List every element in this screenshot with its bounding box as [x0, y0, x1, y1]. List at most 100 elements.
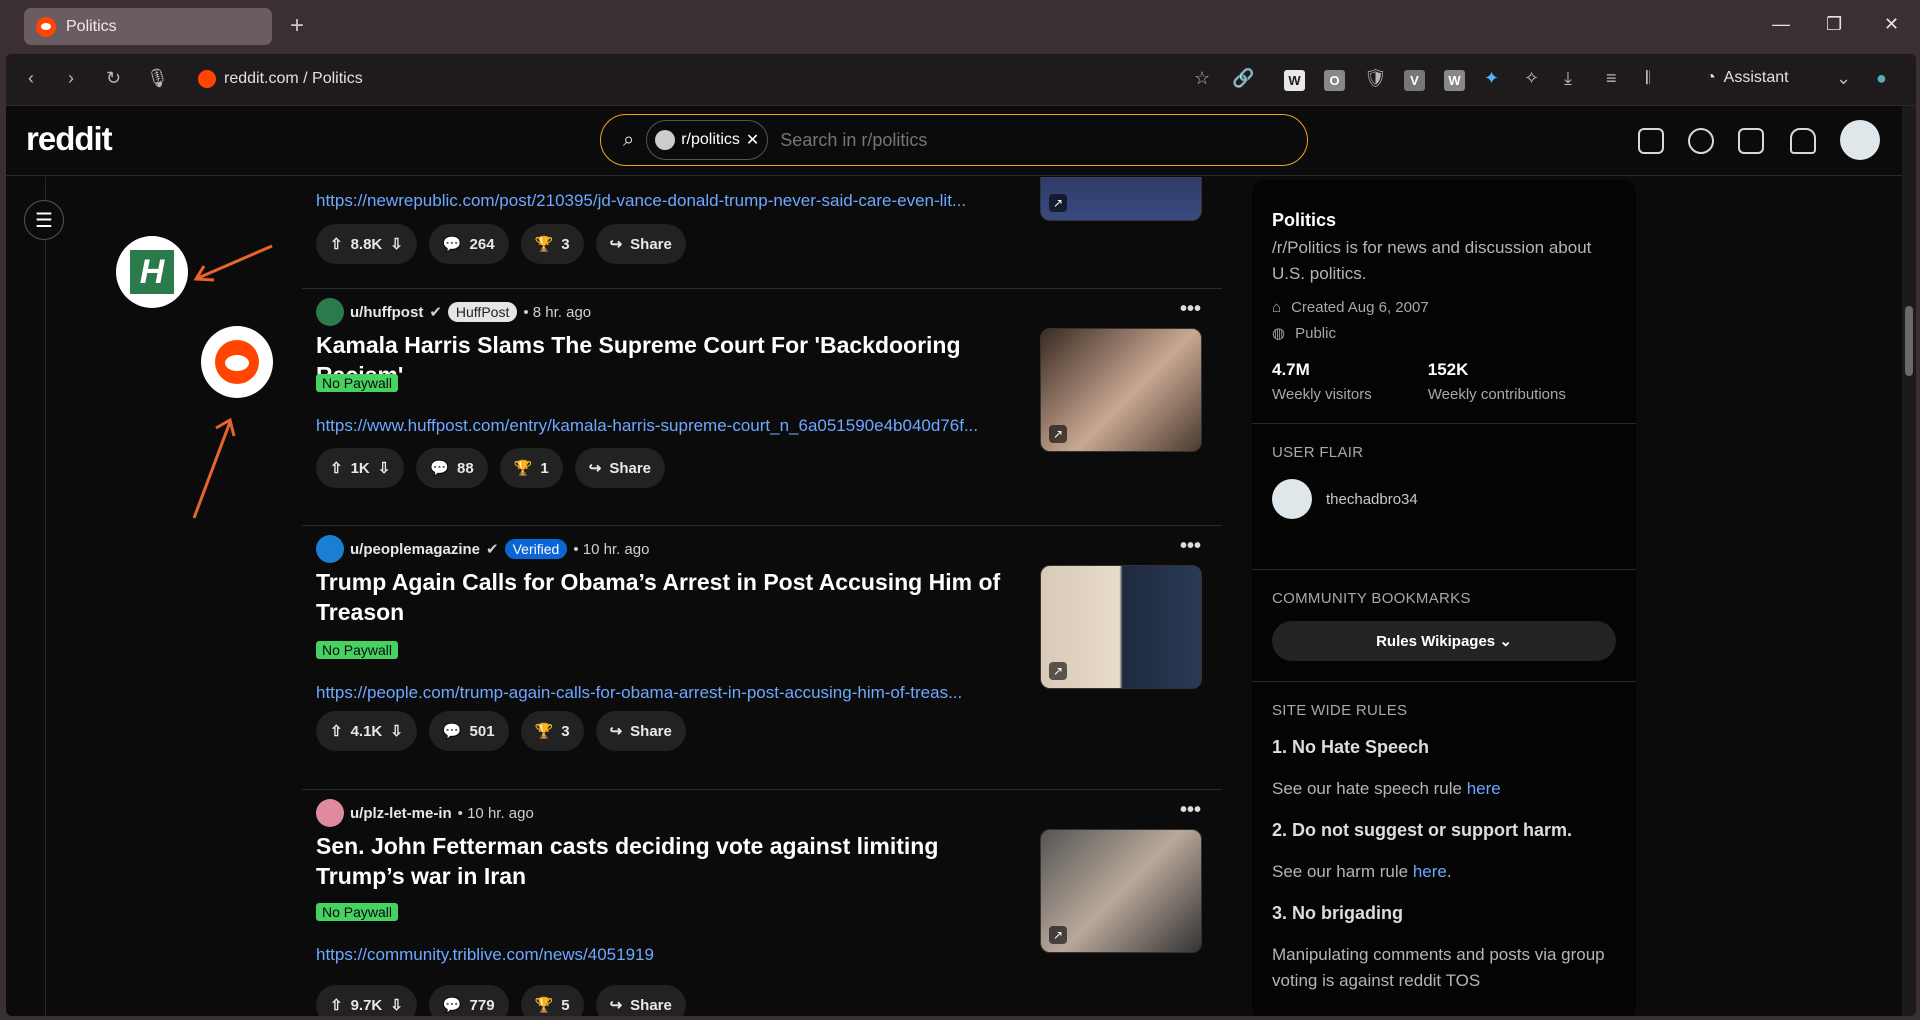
upvote-icon[interactable]: ⇧: [330, 459, 343, 477]
audio-icon[interactable]: 𝄃: [1646, 68, 1650, 89]
rules-wikipages-button[interactable]: Rules Wikipages ⌄: [1272, 621, 1616, 661]
post-author[interactable]: u/huffpost: [350, 304, 423, 321]
contrib-label: Weekly contributions: [1427, 386, 1566, 403]
post-link[interactable]: https://newrepublic.com/post/210395/jd-v…: [316, 191, 1022, 211]
post-time: • 10 hr. ago: [457, 804, 534, 822]
restore-icon[interactable]: ❐: [1826, 14, 1842, 35]
extension-w-icon[interactable]: W: [1284, 70, 1305, 91]
award-button[interactable]: 🏆 5: [520, 985, 584, 1016]
chat-icon[interactable]: [1688, 128, 1714, 154]
rule-2-link[interactable]: here: [1413, 862, 1447, 881]
minimize-icon[interactable]: —: [1772, 14, 1790, 35]
share-button[interactable]: ↪ Share: [595, 224, 686, 264]
divider: [302, 789, 1222, 790]
reddit-logo[interactable]: reddit: [26, 120, 113, 158]
rule-1-title[interactable]: 1. No Hate Speech: [1272, 737, 1616, 758]
search-bar[interactable]: ⌕ r/politics ✕: [600, 114, 1308, 166]
extensions-icon[interactable]: ✧: [1524, 68, 1539, 89]
visitors-count: 4.7M: [1272, 360, 1310, 379]
chip-close-icon[interactable]: ✕: [746, 130, 759, 150]
post-author[interactable]: u/peoplemagazine: [350, 541, 480, 558]
reload-icon[interactable]: ↻: [106, 68, 121, 89]
downvote-icon[interactable]: ⇩: [390, 235, 403, 253]
advertise-icon[interactable]: [1638, 128, 1664, 154]
vote-pill[interactable]: ⇧ 4.1K ⇩: [316, 711, 417, 751]
rule-3-title[interactable]: 3. No brigading: [1272, 903, 1616, 924]
post-thumbnail[interactable]: ↗: [1040, 565, 1202, 689]
post-link[interactable]: https://community.triblive.com/news/4051…: [316, 945, 1022, 965]
reddit-favicon-icon: [36, 16, 56, 37]
globe-icon: ◍: [1272, 325, 1286, 342]
downvote-icon[interactable]: ⇩: [390, 996, 403, 1014]
menu-lines-icon[interactable]: ≡: [1606, 68, 1617, 89]
microphone-icon[interactable]: 🎙: [146, 68, 169, 89]
hamburger-menu-icon[interactable]: ☰: [24, 200, 64, 240]
vote-pill[interactable]: ⇧ 9.7K ⇩: [316, 985, 417, 1016]
rule-2-title[interactable]: 2. Do not suggest or support harm.: [1272, 820, 1616, 841]
share-button[interactable]: ↪ Share: [595, 985, 686, 1016]
comments-button[interactable]: 💬 779: [428, 985, 509, 1016]
address-bar[interactable]: reddit.com / Politics: [198, 70, 363, 88]
rules-wikipages-label: Rules Wikipages: [1376, 632, 1496, 650]
rule-1-link[interactable]: here: [1467, 779, 1501, 798]
vote-pill[interactable]: ⇧ 1K ⇩: [316, 448, 405, 488]
award-icon: 🏆: [534, 997, 554, 1014]
tab-politics[interactable]: Politics: [24, 8, 272, 45]
more-options-icon[interactable]: •••: [1180, 799, 1201, 822]
upvote-icon[interactable]: ⇧: [330, 235, 343, 253]
close-icon[interactable]: ✕: [1884, 14, 1899, 35]
subreddit-chip[interactable]: r/politics ✕: [646, 120, 769, 160]
award-button[interactable]: 🏆 1: [499, 448, 563, 488]
share-label: Share: [630, 235, 672, 253]
post-link[interactable]: https://www.huffpost.com/entry/kamala-ha…: [316, 416, 1022, 436]
flair-username[interactable]: thechadbro34: [1326, 491, 1418, 508]
extension-o-icon[interactable]: O: [1324, 70, 1345, 91]
downvote-icon[interactable]: ⇩: [390, 722, 403, 740]
link-icon[interactable]: 🔗: [1232, 68, 1254, 89]
download-icon[interactable]: ⤓: [1564, 68, 1572, 89]
downvote-icon[interactable]: ⇩: [378, 459, 391, 477]
post-thumbnail[interactable]: ↗: [1040, 328, 1202, 452]
post-title[interactable]: Trump Again Calls for Obama’s Arrest in …: [316, 567, 1016, 627]
create-post-icon[interactable]: [1738, 128, 1764, 154]
share-button[interactable]: ↪ Share: [574, 448, 666, 488]
award-button[interactable]: 🏆 3: [520, 224, 584, 264]
post-thumbnail[interactable]: ↗: [1040, 829, 1202, 953]
award-count: 5: [561, 996, 570, 1014]
post-author[interactable]: u/plz-let-me-in: [350, 805, 452, 822]
vote-pill[interactable]: ⇧ 8.8K ⇩: [316, 224, 417, 264]
forward-icon[interactable]: ›: [68, 68, 74, 89]
new-tab-icon[interactable]: +: [290, 12, 304, 40]
back-icon[interactable]: ‹: [28, 68, 34, 89]
shield-icon[interactable]: 🛡: [1364, 68, 1387, 89]
divider: [302, 525, 1222, 526]
profile-icon[interactable]: ●: [1876, 68, 1887, 89]
post-link[interactable]: https://people.com/trump-again-calls-for…: [316, 683, 1022, 703]
search-input[interactable]: [780, 129, 1181, 151]
comments-button[interactable]: 💬 264: [428, 224, 509, 264]
more-options-icon[interactable]: •••: [1180, 298, 1201, 321]
notification-bell-icon[interactable]: [1790, 128, 1816, 154]
post-title[interactable]: Sen. John Fetterman casts deciding vote …: [316, 831, 1016, 891]
chevron-down-icon[interactable]: ⌄: [1836, 68, 1851, 89]
share-button[interactable]: ↪ Share: [595, 711, 686, 751]
page-scrollbar[interactable]: [1902, 106, 1916, 1016]
upvote-icon[interactable]: ⇧: [330, 996, 343, 1014]
comment-icon: 💬: [442, 997, 462, 1014]
comments-button[interactable]: 💬 501: [428, 711, 509, 751]
more-options-icon[interactable]: •••: [1180, 535, 1201, 558]
award-button[interactable]: 🏆 3: [520, 711, 584, 751]
assistant-button[interactable]: ◔ Assistant: [1706, 69, 1789, 87]
share-icon: ↪: [609, 997, 623, 1014]
scrollbar-thumb[interactable]: [1905, 306, 1913, 376]
vote-count: 1K: [350, 459, 370, 477]
bookmark-star-icon[interactable]: ☆: [1194, 68, 1210, 89]
comments-button[interactable]: 💬 88: [416, 448, 488, 488]
post-thumbnail[interactable]: ↗: [1040, 177, 1202, 221]
extension-w2-icon[interactable]: W: [1444, 70, 1465, 91]
puzzle-active-icon[interactable]: ✦: [1484, 68, 1499, 89]
user-avatar[interactable]: [1840, 120, 1880, 160]
extension-v-icon[interactable]: V: [1404, 70, 1425, 91]
upvote-icon[interactable]: ⇧: [330, 722, 343, 740]
post-title[interactable]: Kamala Harris Slams The Supreme Court Fo…: [316, 330, 1016, 390]
